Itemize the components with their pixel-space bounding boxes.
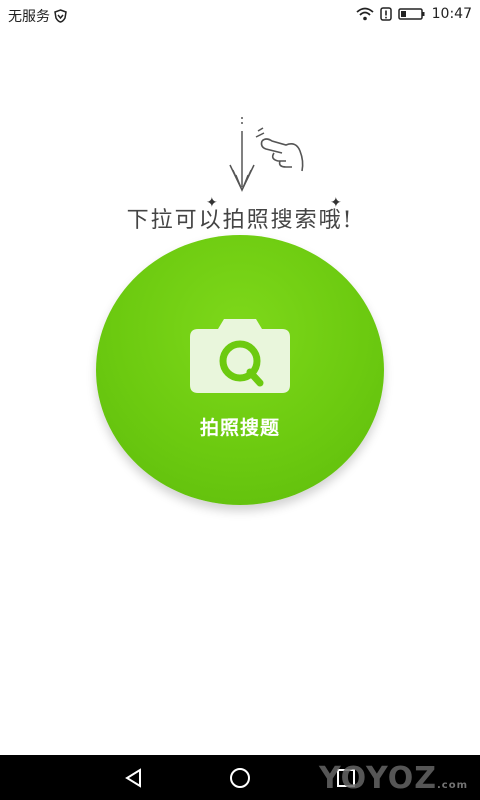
shield-icon [54, 9, 67, 23]
status-left: 无服务 [8, 6, 67, 26]
watermark-logo: YOYOZ.com [319, 761, 468, 796]
photo-search-label: 拍照搜题 [199, 417, 280, 439]
hint-text: 下拉可以拍照搜索哦! [126, 208, 354, 233]
camera-search-icon [190, 317, 290, 397]
wifi-icon [356, 7, 374, 21]
status-right: 10:47 [356, 6, 472, 22]
photo-search-button[interactable]: 拍照搜题 [96, 235, 384, 505]
navigation-bar: YOYOZ.com [0, 755, 480, 800]
hand-gesture-icon [252, 127, 308, 183]
watermark-text: YOYOZ [318, 761, 437, 796]
back-icon[interactable] [122, 766, 146, 790]
home-icon[interactable] [228, 766, 252, 790]
status-bar: 无服务 10:47 [0, 0, 480, 32]
watermark-suffix: .com [436, 780, 468, 791]
alert-icon [379, 7, 392, 21]
battery-icon [397, 7, 426, 21]
carrier-text: 无服务 [8, 9, 50, 25]
pull-down-hint: ✦ ✦ 下拉可以拍照搜索哦! [0, 115, 480, 235]
time-text: 10:47 [431, 6, 472, 22]
